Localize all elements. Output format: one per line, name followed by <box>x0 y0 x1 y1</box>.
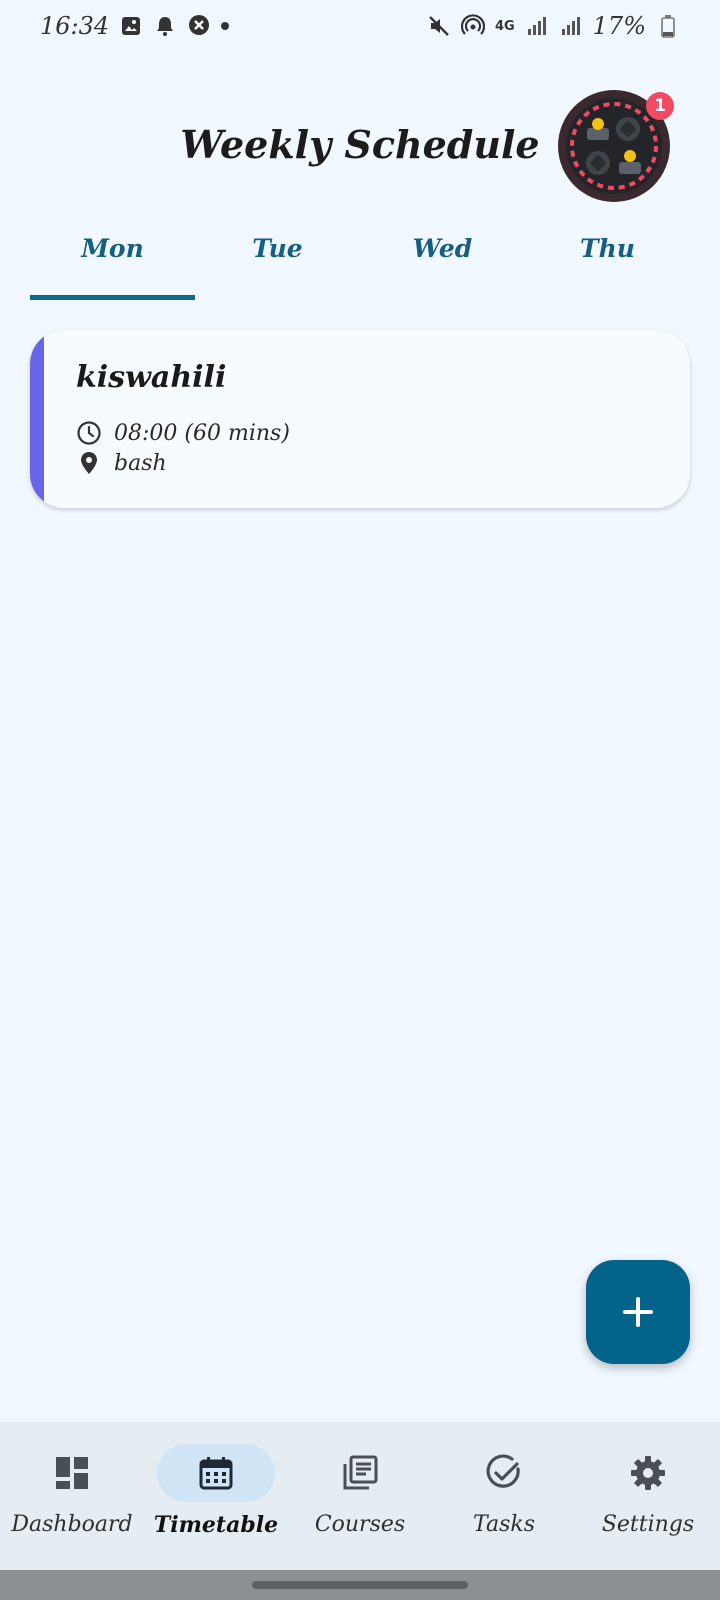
battery-percent: 17% <box>592 12 646 40</box>
add-class-button[interactable] <box>586 1260 690 1364</box>
class-location: bash <box>114 450 167 476</box>
signal-icon-2 <box>559 14 583 38</box>
gallery-icon <box>119 14 143 38</box>
plus-icon <box>623 1297 653 1327</box>
class-location-row: bash <box>76 450 167 476</box>
class-time-row: 08:00 (60 mins) <box>76 420 290 446</box>
notification-badge: 1 <box>646 92 674 120</box>
library-icon <box>343 1455 378 1490</box>
card-accent-bar <box>30 330 44 508</box>
dashboard-icon <box>56 1457 88 1489</box>
tab-thu[interactable]: Thu <box>525 220 690 300</box>
nav-item-timetable[interactable]: Timetable <box>144 1422 288 1570</box>
more-notifications-dot <box>221 22 230 30</box>
hotspot-icon <box>460 14 485 38</box>
gesture-area <box>0 1570 720 1600</box>
nav-item-dashboard[interactable]: Dashboard <box>0 1422 144 1570</box>
day-tabs: Mon Tue Wed Thu <box>30 220 690 300</box>
home-gesture-handle[interactable] <box>252 1581 468 1589</box>
gear-icon <box>631 1456 665 1490</box>
tab-mon[interactable]: Mon <box>30 220 195 300</box>
nav-item-tasks[interactable]: Tasks <box>432 1422 576 1570</box>
signal-icon <box>525 14 549 38</box>
nav-item-courses[interactable]: Courses <box>288 1422 432 1570</box>
nav-label-timetable: Timetable <box>153 1512 279 1538</box>
calendar-icon <box>199 1457 233 1490</box>
class-title: kiswahili <box>76 360 227 395</box>
tab-wed[interactable]: Wed <box>360 220 525 300</box>
avatar[interactable]: 1 <box>558 90 674 202</box>
nav-label-tasks: Tasks <box>473 1512 535 1537</box>
status-left: 16:34 <box>40 12 230 40</box>
battery-icon <box>656 14 680 38</box>
status-right: 4G 17% <box>427 12 680 40</box>
class-time: 08:00 (60 mins) <box>114 420 290 446</box>
bell-notification-icon <box>153 14 177 38</box>
bottom-nav: Dashboard Timetable Courses Tasks Settin… <box>0 1422 720 1570</box>
check-circle-icon <box>486 1454 520 1488</box>
header: Weekly Schedule 1 <box>0 80 720 210</box>
nav-label-dashboard: Dashboard <box>11 1512 133 1537</box>
status-bar: 16:34 4G 17% <box>0 0 720 52</box>
message-blocked-icon <box>187 14 211 38</box>
mute-icon <box>427 14 451 38</box>
tab-tue[interactable]: Tue <box>195 220 360 300</box>
class-card[interactable]: kiswahili 08:00 (60 mins) bash <box>30 330 690 508</box>
clock-icon <box>76 420 102 446</box>
location-pin-icon <box>76 450 102 476</box>
nav-item-settings[interactable]: Settings <box>576 1422 720 1570</box>
nav-label-settings: Settings <box>601 1512 695 1537</box>
network-type: 4G <box>494 18 515 34</box>
status-time: 16:34 <box>40 12 110 40</box>
nav-label-courses: Courses <box>314 1512 406 1537</box>
